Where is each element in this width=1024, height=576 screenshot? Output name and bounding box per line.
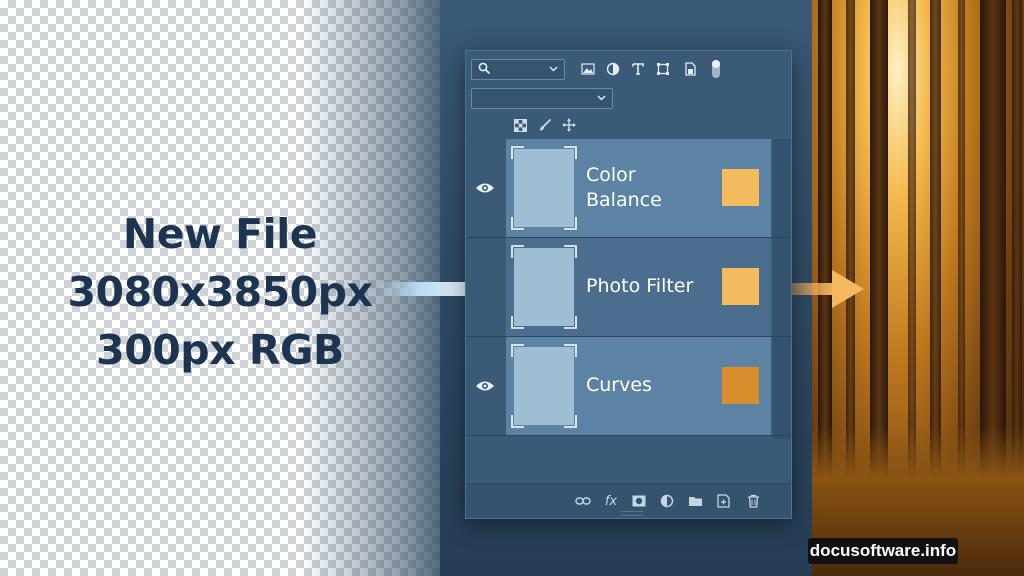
eye-icon	[476, 183, 494, 193]
layers-panel: Color Balance Photo Filter Curves fx	[465, 50, 792, 519]
layer-body[interactable]: Curves	[506, 337, 771, 435]
layer-row-photo-filter[interactable]: Photo Filter	[466, 238, 791, 337]
layer-name: Curves	[586, 374, 652, 396]
headline-line-3: 300px RGB	[96, 326, 344, 374]
adjustment-layer-icon[interactable]	[658, 492, 676, 510]
layer-color-swatch	[722, 169, 759, 206]
layer-thumbnail	[511, 146, 577, 230]
lock-transparent-icon[interactable]	[511, 116, 529, 134]
visibility-toggle[interactable]	[466, 337, 504, 435]
layer-thumbnail	[511, 344, 577, 428]
lock-brush-icon[interactable]	[536, 116, 554, 134]
layers-list: Color Balance Photo Filter Curves	[466, 139, 791, 439]
layer-color-swatch	[722, 367, 759, 404]
visibility-toggle[interactable]	[466, 139, 504, 237]
headline-line-2: 3080x3850px	[67, 268, 373, 316]
lock-move-icon[interactable]	[560, 116, 578, 134]
headline-line-1: New File	[122, 210, 318, 258]
watermark: docusoftware.info	[808, 538, 958, 564]
fx-icon[interactable]: fx	[602, 492, 620, 510]
layer-row-color-balance[interactable]: Color Balance	[466, 139, 791, 238]
chevron-down-icon	[597, 95, 606, 101]
layer-body[interactable]: Photo Filter	[506, 238, 771, 336]
layer-name: Color Balance	[586, 164, 662, 211]
layers-bottom-bar: fx	[466, 483, 791, 518]
layer-filter-select[interactable]	[471, 59, 565, 80]
shape-icon[interactable]	[654, 60, 672, 78]
headline: New File 3080x3850px 300px RGB	[20, 205, 420, 379]
filter-toggle[interactable]	[712, 60, 720, 78]
layers-toolbar	[466, 51, 791, 87]
type-icon[interactable]	[629, 60, 647, 78]
layer-thumbnail	[511, 245, 577, 329]
new-layer-icon[interactable]	[714, 492, 732, 510]
mask-icon[interactable]	[630, 492, 648, 510]
chevron-down-icon	[549, 66, 558, 72]
layer-color-swatch	[722, 268, 759, 305]
layer-row-curves[interactable]: Curves	[466, 337, 791, 436]
layer-name: Photo Filter	[586, 275, 694, 297]
folder-icon[interactable]	[686, 492, 704, 510]
image-icon[interactable]	[579, 60, 597, 78]
smart-object-icon[interactable]	[681, 60, 699, 78]
search-icon	[478, 62, 491, 75]
eye-icon	[476, 381, 494, 391]
link-icon[interactable]	[574, 492, 592, 510]
layer-body[interactable]: Color Balance	[506, 139, 771, 237]
visibility-toggle[interactable]	[466, 238, 504, 336]
blend-mode-select[interactable]	[471, 88, 613, 109]
adjustment-icon[interactable]	[604, 60, 622, 78]
resize-grip[interactable]	[621, 511, 643, 516]
trash-icon[interactable]	[744, 492, 762, 510]
lock-row	[466, 114, 791, 136]
